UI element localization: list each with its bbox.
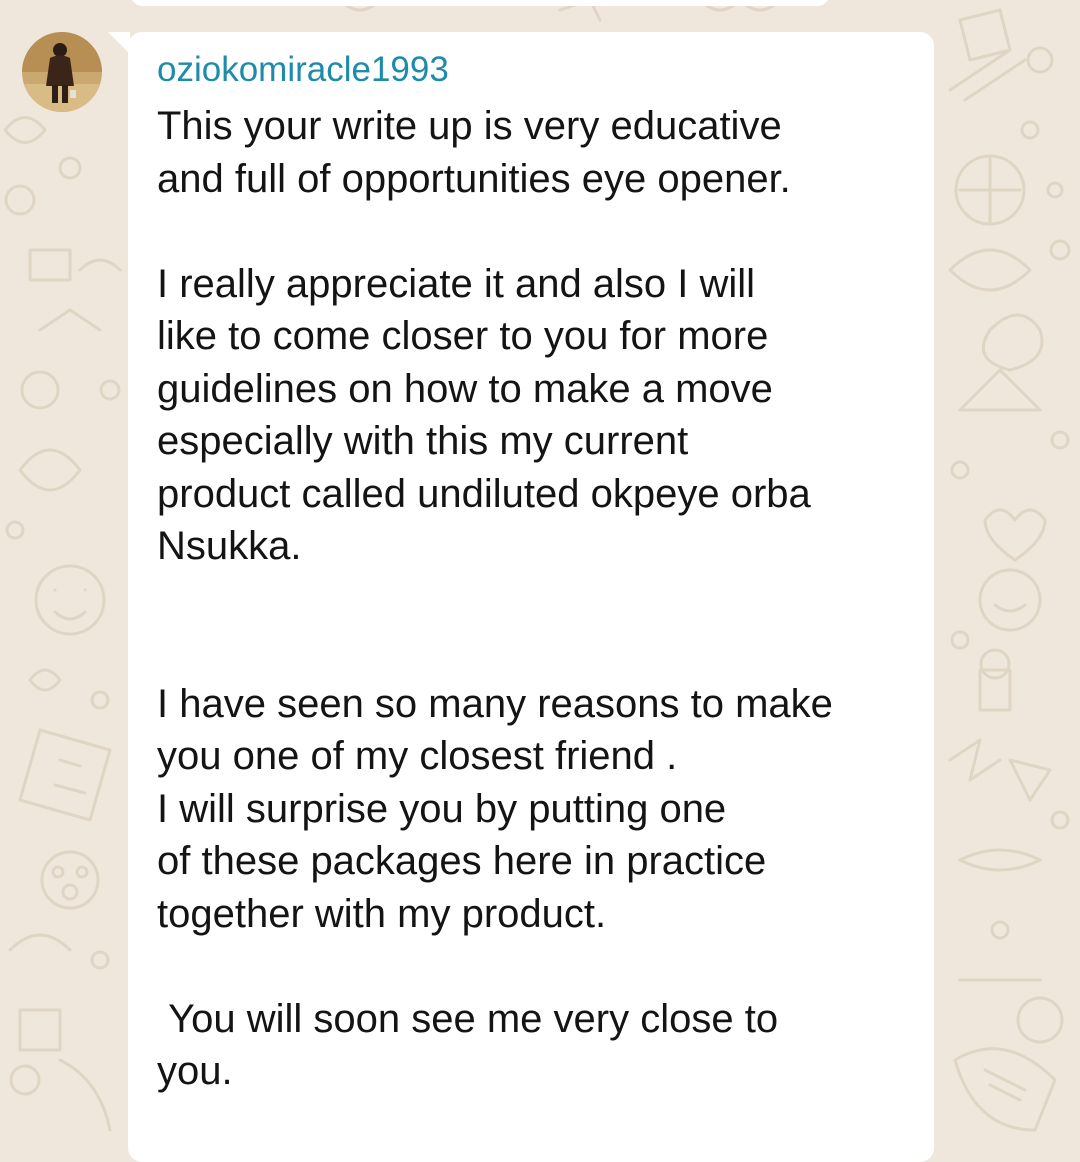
- sender-name[interactable]: oziokomiracle1993: [157, 49, 449, 91]
- sender-avatar[interactable]: [22, 32, 102, 112]
- previous-message-bubble: [130, 0, 830, 6]
- bubble-tail: [108, 32, 130, 54]
- message-text: This your write up is very educative and…: [157, 104, 833, 1093]
- user-photo-avatar-icon: [22, 32, 102, 112]
